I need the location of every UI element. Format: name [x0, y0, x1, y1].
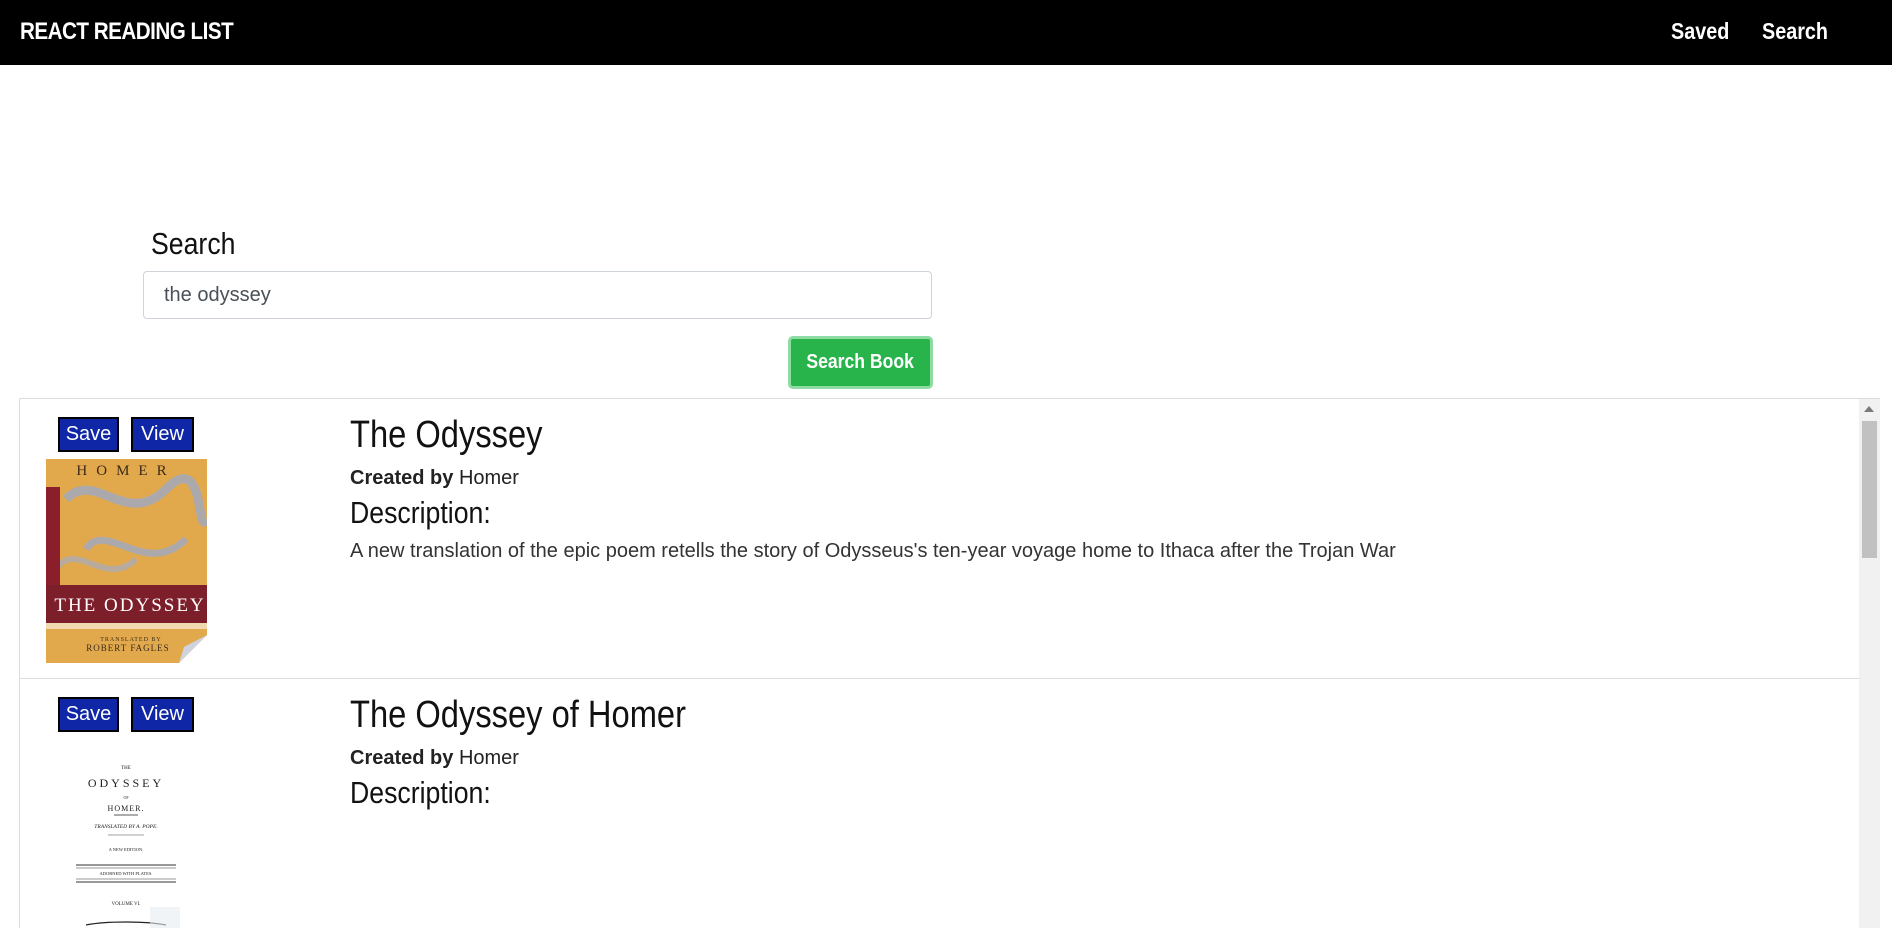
cover-line: ODYSSEY — [88, 776, 164, 790]
scroll-up-arrow-icon[interactable] — [1864, 406, 1874, 412]
cover-line: ADORNED WITH PLATES. — [99, 871, 152, 876]
nav-link-saved[interactable]: Saved — [1671, 18, 1729, 45]
cover-line: TRANSLATED BY A. POPE. — [94, 824, 157, 830]
results-scrollbar[interactable] — [1859, 399, 1880, 928]
cover-translator-name: ROBERT FAGLES — [86, 643, 169, 653]
book-author-line: Created by Homer — [350, 747, 519, 770]
app-brand[interactable]: REACT READING LIST — [20, 18, 234, 46]
result-item: Save View THE ODYSSEY OF HOMER. TRANSLAT… — [20, 679, 1860, 928]
created-by-label: Created by — [350, 467, 454, 489]
book-author: Homer — [458, 467, 519, 489]
book-cover-image: THE ODYSSEY OF HOMER. TRANSLATED BY A. P… — [46, 739, 207, 928]
book-cover-image: HOMER THE ODYSSEY TRANSLATED BY ROBERT F… — [46, 459, 207, 663]
cover-title-text: THE ODYSSEY — [54, 595, 205, 616]
book-author: Homer — [458, 747, 519, 769]
created-by-label: Created by — [350, 747, 454, 769]
save-button[interactable]: Save — [58, 417, 119, 452]
search-book-button[interactable]: Search Book — [788, 336, 933, 389]
view-button[interactable]: View — [131, 417, 194, 452]
cover-line: A NEW EDITION. — [109, 847, 144, 852]
search-input[interactable] — [143, 271, 932, 319]
description-label: Description: — [350, 775, 491, 810]
scrollbar-thumb[interactable] — [1862, 421, 1877, 558]
book-author-line: Created by Homer — [350, 467, 519, 490]
results-list[interactable]: Save View HOMER THE ODYSSEY TRANSLATED B… — [19, 398, 1880, 928]
cover-line: THE — [121, 766, 131, 771]
search-label: Search — [151, 226, 236, 261]
description-label: Description: — [350, 495, 491, 530]
cover-author-text: HOMER — [76, 463, 175, 479]
nav-link-search[interactable]: Search — [1762, 18, 1828, 45]
top-navbar: REACT READING LIST Saved Search — [0, 0, 1892, 65]
search-book-button-label: Search Book — [806, 351, 915, 373]
book-title: The Odyssey — [350, 414, 543, 456]
cover-line: HOMER. — [108, 804, 145, 813]
book-title: The Odyssey of Homer — [350, 694, 686, 736]
book-description: A new translation of the epic poem retel… — [350, 540, 1396, 562]
cover-line: OF — [123, 795, 129, 800]
view-button[interactable]: View — [131, 697, 194, 732]
save-button[interactable]: Save — [58, 697, 119, 732]
cover-line: VOLUME VI. — [111, 902, 140, 907]
result-item: Save View HOMER THE ODYSSEY TRANSLATED B… — [20, 399, 1860, 679]
